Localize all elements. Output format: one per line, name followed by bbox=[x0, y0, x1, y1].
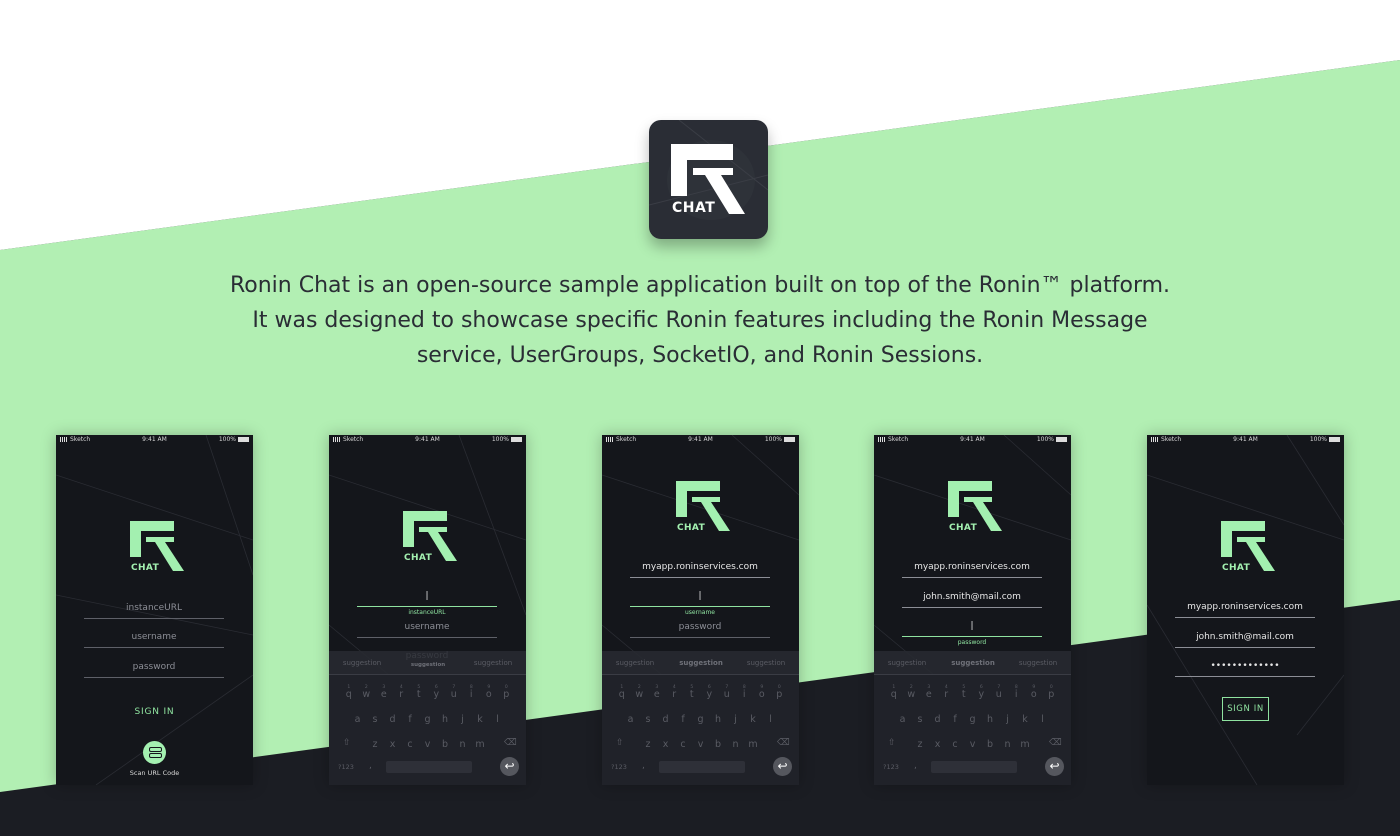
app-icon-label: CHAT bbox=[672, 200, 716, 216]
battery-percent: 100% bbox=[764, 436, 782, 443]
sign-in-button[interactable]: SIGN IN bbox=[1222, 697, 1269, 721]
numbers-key[interactable]: ?123 bbox=[338, 763, 354, 771]
suggestion-right[interactable]: suggestion bbox=[1005, 659, 1071, 667]
return-arrow-icon[interactable]: ↩ bbox=[1045, 757, 1064, 776]
status-bar: Sketch 9:41 AM 100% bbox=[1147, 435, 1344, 445]
suggestion-bar: suggestion suggestion suggestion bbox=[874, 651, 1071, 675]
password-field[interactable]: ••••••••••••• bbox=[1175, 659, 1315, 677]
password-field[interactable]: password bbox=[630, 620, 770, 638]
suggestion-left[interactable]: suggestion bbox=[329, 659, 395, 667]
keyboard: 1234567890 qwertyuiop asdfghjkl ⇧ zxcvbn… bbox=[602, 675, 799, 785]
instance-url-field[interactable]: | bbox=[357, 589, 497, 607]
battery-percent: 100% bbox=[1036, 436, 1054, 443]
password-field[interactable]: password bbox=[84, 660, 224, 678]
suggestion-right[interactable]: suggestion bbox=[460, 659, 526, 667]
battery-icon bbox=[238, 437, 249, 442]
logo-label: CHAT bbox=[949, 523, 978, 533]
comma-key[interactable]: , bbox=[642, 761, 645, 771]
battery-icon bbox=[784, 437, 795, 442]
numbers-key[interactable]: ?123 bbox=[611, 763, 627, 771]
phone-screen-4: Sketch 9:41 AM 100% CHAT myapp.roninserv… bbox=[874, 435, 1071, 785]
instance-url-label: instanceURL bbox=[408, 609, 446, 616]
status-bar: Sketch 9:41 AM 100% bbox=[602, 435, 799, 445]
backspace-key-icon[interactable]: ⌫ bbox=[1049, 738, 1062, 748]
suggestion-left[interactable]: suggestion bbox=[602, 659, 668, 667]
backspace-key-icon[interactable]: ⌫ bbox=[504, 738, 517, 748]
phone-screen-1: Sketch 9:41 AM 100% CHAT instanceURL use… bbox=[56, 435, 253, 785]
keyboard-row-3[interactable]: zxcvbnm bbox=[874, 739, 1071, 750]
suggestion-mid[interactable]: suggestion bbox=[940, 659, 1006, 667]
backspace-key-icon[interactable]: ⌫ bbox=[777, 738, 790, 748]
battery-percent: 100% bbox=[1309, 436, 1327, 443]
instance-url-field[interactable]: myapp.roninservices.com bbox=[1175, 600, 1315, 618]
phone-screen-5: Sketch 9:41 AM 100% CHAT myapp.roninserv… bbox=[1147, 435, 1344, 785]
logo-label: CHAT bbox=[677, 523, 706, 533]
keyboard-row-2[interactable]: asdfghjkl bbox=[874, 714, 1071, 725]
username-field[interactable]: john.smith@mail.com bbox=[1175, 630, 1315, 648]
username-label: username bbox=[685, 609, 715, 616]
space-key[interactable] bbox=[659, 761, 745, 773]
suggestion-left[interactable]: suggestion bbox=[874, 659, 940, 667]
status-bar: Sketch 9:41 AM 100% bbox=[56, 435, 253, 445]
ronin-logo: CHAT bbox=[129, 519, 189, 577]
sign-in-button[interactable]: SIGN IN bbox=[56, 707, 253, 717]
keyboard: 1234567890 qwertyuiop asdfghjkl ⇧ zxcvbn… bbox=[329, 675, 526, 785]
logo-label: CHAT bbox=[1222, 563, 1251, 573]
description-line-2: It was designed to showcase specific Ron… bbox=[252, 308, 1148, 333]
ronin-logo: CHAT bbox=[402, 509, 462, 567]
suggestion-bar: suggestion suggestion suggestion bbox=[602, 651, 799, 675]
description-line-1: Ronin Chat is an open-source sample appl… bbox=[229, 273, 1171, 298]
space-key[interactable] bbox=[386, 761, 472, 773]
phone-screen-2: Sketch 9:41 AM 100% CHAT | instanceURL u… bbox=[329, 435, 526, 785]
ronin-r-logo-icon bbox=[649, 120, 768, 220]
battery-percent: 100% bbox=[491, 436, 509, 443]
password-field[interactable]: | bbox=[902, 619, 1042, 637]
ronin-logo: CHAT bbox=[675, 479, 735, 537]
instance-url-field[interactable]: myapp.roninservices.com bbox=[902, 560, 1042, 578]
battery-percent: 100% bbox=[218, 436, 236, 443]
battery-icon bbox=[1329, 437, 1340, 442]
battery-icon bbox=[1056, 437, 1067, 442]
keyboard-row-2[interactable]: asdfghjkl bbox=[329, 714, 526, 725]
description: Ronin Chat is an open-source sample appl… bbox=[200, 268, 1200, 373]
description-line-3: service, UserGroups, SocketIO, and Ronin… bbox=[416, 343, 984, 368]
keyboard: 1234567890 qwertyuiop asdfghjkl ⇧ zxcvbn… bbox=[874, 675, 1071, 785]
comma-key[interactable]: , bbox=[914, 761, 917, 771]
return-arrow-icon[interactable]: ↩ bbox=[773, 757, 792, 776]
keyboard-row-2[interactable]: asdfghjkl bbox=[602, 714, 799, 725]
password-label: password bbox=[957, 639, 987, 646]
keyboard-row-1[interactable]: qwertyuiop bbox=[329, 689, 526, 700]
logo-label: CHAT bbox=[404, 553, 433, 563]
ronin-logo: CHAT bbox=[947, 479, 1007, 537]
username-field[interactable]: | bbox=[630, 589, 770, 607]
keyboard-row-3[interactable]: zxcvbnm bbox=[329, 739, 526, 750]
username-field[interactable]: john.smith@mail.com bbox=[902, 590, 1042, 608]
space-key[interactable] bbox=[931, 761, 1017, 773]
ronin-logo: CHAT bbox=[1220, 519, 1280, 577]
app-icon: CHAT bbox=[649, 120, 768, 239]
username-field[interactable]: username bbox=[357, 620, 497, 638]
suggestion-bar: suggestion suggestion suggestion bbox=[329, 651, 526, 675]
username-field[interactable]: username bbox=[84, 630, 224, 648]
scan-qr-button[interactable] bbox=[143, 741, 166, 764]
numbers-key[interactable]: ?123 bbox=[883, 763, 899, 771]
return-arrow-icon[interactable]: ↩ bbox=[500, 757, 519, 776]
keyboard-row-3[interactable]: zxcvbnm bbox=[602, 739, 799, 750]
comma-key[interactable]: , bbox=[369, 761, 372, 771]
phone-screen-3: Sketch 9:41 AM 100% CHAT myapp.roninserv… bbox=[602, 435, 799, 785]
status-bar: Sketch 9:41 AM 100% bbox=[874, 435, 1071, 445]
suggestion-mid[interactable]: suggestion bbox=[668, 659, 734, 667]
scan-url-label: Scan URL Code bbox=[129, 769, 180, 777]
suggestion-right[interactable]: suggestion bbox=[733, 659, 799, 667]
logo-label: CHAT bbox=[131, 563, 160, 573]
suggestion-mid[interactable]: suggestion bbox=[395, 662, 461, 668]
battery-icon bbox=[511, 437, 522, 442]
keyboard-row-1[interactable]: qwertyuiop bbox=[874, 689, 1071, 700]
instance-url-field[interactable]: myapp.roninservices.com bbox=[630, 560, 770, 578]
status-bar: Sketch 9:41 AM 100% bbox=[329, 435, 526, 445]
instance-url-field[interactable]: instanceURL bbox=[84, 601, 224, 619]
keyboard-row-1[interactable]: qwertyuiop bbox=[602, 689, 799, 700]
